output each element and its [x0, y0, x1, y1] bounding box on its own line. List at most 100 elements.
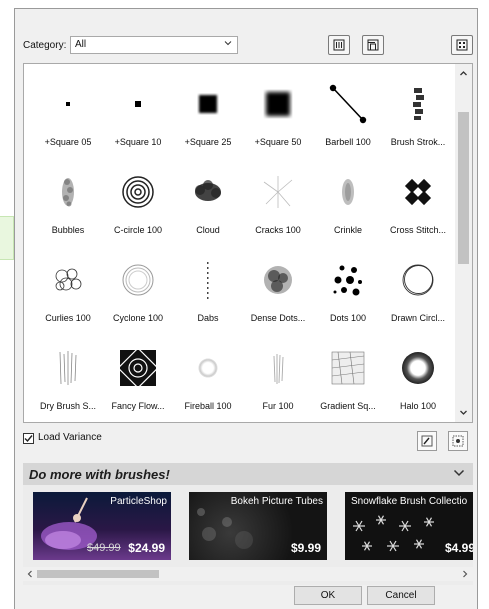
brush-tile[interactable]: C-circle 100	[102, 154, 174, 242]
scroll-down-icon[interactable]	[459, 408, 468, 417]
grid-options-button[interactable]	[451, 35, 473, 55]
brush-tile[interactable]: +Square 50	[242, 66, 314, 154]
brush-picker-dialog: Category: All +Square 05 +Square 10 +Squ…	[14, 8, 478, 609]
scroll-up-icon[interactable]	[459, 69, 468, 78]
promo-card-bokeh[interactable]: Bokeh Picture Tubes $9.99	[189, 492, 327, 560]
category-dropdown[interactable]: All	[70, 36, 238, 54]
brush-tile-label: Dry Brush S...	[39, 401, 96, 411]
promo-card-price: $4.99	[444, 541, 473, 555]
brush-tile[interactable]: Dots 100	[312, 242, 384, 330]
brush-tile[interactable]: Fur 100	[242, 330, 314, 418]
brush-grid-panel: +Square 05 +Square 10 +Square 25 +Square 50…	[23, 63, 473, 423]
brush-tile-label: Barbell 100	[325, 137, 371, 147]
brush-tile-label: +Square 10	[114, 137, 162, 147]
cyclone-brush-icon	[114, 256, 162, 304]
promo-card-price: $24.99	[128, 541, 165, 555]
scroll-left-icon[interactable]	[26, 570, 34, 578]
brush-tile-label: Dabs	[197, 313, 219, 323]
brush-tile-label: Halo 100	[399, 401, 437, 411]
promo-scrollbar[interactable]	[23, 567, 473, 581]
barbell-brush-icon	[324, 80, 372, 128]
square-soft-brush-icon	[184, 80, 232, 128]
grid-options-icon	[456, 39, 468, 51]
square-small-brush-icon	[114, 80, 162, 128]
brush-tile[interactable]: Crinkle	[312, 154, 384, 242]
brush-grid-scrollbar[interactable]	[455, 64, 472, 422]
square-tiny-brush-icon	[44, 80, 92, 128]
brush-tile[interactable]: Cyclone 100	[102, 242, 174, 330]
promo-card-title: ParticleShop	[110, 496, 167, 507]
load-variance-label: Load Variance	[38, 432, 102, 443]
brush-tile[interactable]: +Square 05	[32, 66, 104, 154]
brush-tile-label: Curlies 100	[45, 313, 91, 323]
brush-variance-button[interactable]	[448, 431, 468, 451]
brush-tile-label: Dots 100	[329, 313, 367, 323]
brush-tile-label: Dense Dots...	[250, 313, 306, 323]
brush-tile[interactable]: Drawn Circl...	[382, 242, 454, 330]
brush-tile-label: C-circle 100	[113, 225, 162, 235]
promo-header[interactable]: Do more with brushes!	[23, 463, 473, 485]
dots-brush-icon	[324, 256, 372, 304]
brush-tile[interactable]: Halo 100	[382, 330, 454, 418]
brush-tile[interactable]: Brush Strok...	[382, 66, 454, 154]
brush-tile-label: Cracks 100	[255, 225, 301, 235]
promo-scroll-thumb[interactable]	[37, 570, 159, 578]
load-variance-row: Load Variance	[23, 431, 473, 453]
bubbles-brush-icon	[44, 168, 92, 216]
brush-tile[interactable]: Cross Stitch...	[382, 154, 454, 242]
brush-tile-label: +Square 25	[184, 137, 232, 147]
load-variance-checkbox[interactable]	[23, 433, 34, 444]
curlies-brush-icon	[44, 256, 92, 304]
brush-grid: +Square 05 +Square 10 +Square 25 +Square 50…	[24, 64, 454, 422]
brush-tile-label: Crinkle	[333, 225, 362, 235]
promo-card-old-price: $49.99	[87, 542, 121, 554]
brush-tile[interactable]: +Square 25	[172, 66, 244, 154]
import-brush-button[interactable]	[417, 431, 437, 451]
view-list-button[interactable]	[328, 35, 350, 55]
fireball-brush-icon	[184, 344, 232, 392]
brush-tile-label: Brush Strok...	[390, 137, 446, 147]
brush-tile-label: +Square 05	[44, 137, 92, 147]
category-toolbar: Category: All	[23, 35, 473, 59]
brush-tile[interactable]: Cloud	[172, 154, 244, 242]
fur-brush-icon	[254, 344, 302, 392]
cracks-brush-icon	[254, 168, 302, 216]
brush-tile-label: Cross Stitch...	[389, 225, 446, 235]
promo-card-price: $9.99	[290, 541, 321, 555]
promo-card-snowflake[interactable]: Snowflake Brush Collectio $4.99	[345, 492, 473, 560]
crinkle-brush-icon	[324, 168, 372, 216]
brush-tile[interactable]: Cracks 100	[242, 154, 314, 242]
promo-card-particleshop[interactable]: ParticleShop $49.99 $24.99	[33, 492, 171, 560]
save-preset-button[interactable]	[362, 35, 384, 55]
brush-tile[interactable]: Curlies 100	[32, 242, 104, 330]
save-preset-icon	[367, 39, 379, 51]
brush-tile[interactable]: Barbell 100	[312, 66, 384, 154]
brush-tile[interactable]: Fancy Flow...	[102, 330, 174, 418]
brush-tile[interactable]: Dabs	[172, 242, 244, 330]
brush-tile[interactable]: Fireball 100	[172, 330, 244, 418]
brush-tile-label: Fireball 100	[184, 401, 232, 411]
promo-card-title: Snowflake Brush Collectio	[351, 496, 468, 507]
background-window-edge	[0, 216, 14, 260]
collapse-chevron-icon[interactable]	[453, 468, 465, 478]
category-label: Category:	[23, 40, 67, 51]
c-circle-brush-icon	[114, 168, 162, 216]
ok-button[interactable]: OK	[294, 586, 362, 605]
gradient-square-brush-icon	[324, 344, 372, 392]
brush-tile[interactable]: Dense Dots...	[242, 242, 314, 330]
dense-dots-brush-icon	[254, 256, 302, 304]
brush-variance-icon	[452, 435, 464, 447]
promo-carousel: ParticleShop $49.99 $24.99 Bokeh Picture…	[23, 485, 473, 585]
brush-tile-label: Drawn Circl...	[390, 313, 445, 323]
brush-tile[interactable]: Bubbles	[32, 154, 104, 242]
cancel-button[interactable]: Cancel	[367, 586, 435, 605]
dry-brush-brush-icon	[44, 344, 92, 392]
brush-tile[interactable]: Gradient Sq...	[312, 330, 384, 418]
scroll-right-icon[interactable]	[461, 570, 469, 578]
brush-import-icon	[421, 435, 433, 447]
brush-tile[interactable]: +Square 10	[102, 66, 174, 154]
brush-grid-scroll-thumb[interactable]	[458, 112, 469, 264]
checkmark-icon	[24, 435, 33, 443]
dabs-brush-icon	[184, 256, 232, 304]
brush-tile[interactable]: Dry Brush S...	[32, 330, 104, 418]
